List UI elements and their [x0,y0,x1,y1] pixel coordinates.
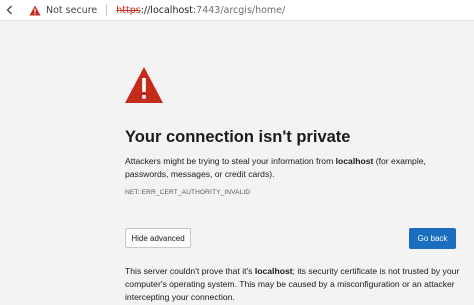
advanced-details: This server couldn't prove that it's loc… [125,265,470,304]
address-separator [106,4,108,16]
url-path: :7443/arcgis/home/ [192,4,286,16]
url-scheme: https [116,4,141,16]
details-host: localhost [254,266,293,276]
description-host: localhost [335,156,374,166]
description-text-start: Attackers might be trying to steal your … [125,156,336,166]
warning-description: Attackers might be trying to steal your … [125,155,465,181]
details-text-start: This server couldn't prove that it's [125,266,255,276]
not-secure-warning-icon[interactable] [29,4,41,16]
warning-triangle-icon [124,66,164,104]
go-back-button[interactable]: Go back [409,228,456,249]
url-host: ://localhost [140,4,193,16]
back-arrow-icon[interactable] [0,0,20,20]
url-field[interactable]: https://localhost:7443/arcgis/home/ [116,5,285,16]
page-title: Your connection isn't private [125,128,351,146]
hide-advanced-button[interactable]: Hide advanced [125,228,191,248]
address-bar: Not secure https://localhost:7443/arcgis… [0,0,474,21]
error-code: NET::ERR_CERT_AUTHORITY_INVALID [125,189,251,196]
not-secure-label[interactable]: Not secure [46,5,97,16]
